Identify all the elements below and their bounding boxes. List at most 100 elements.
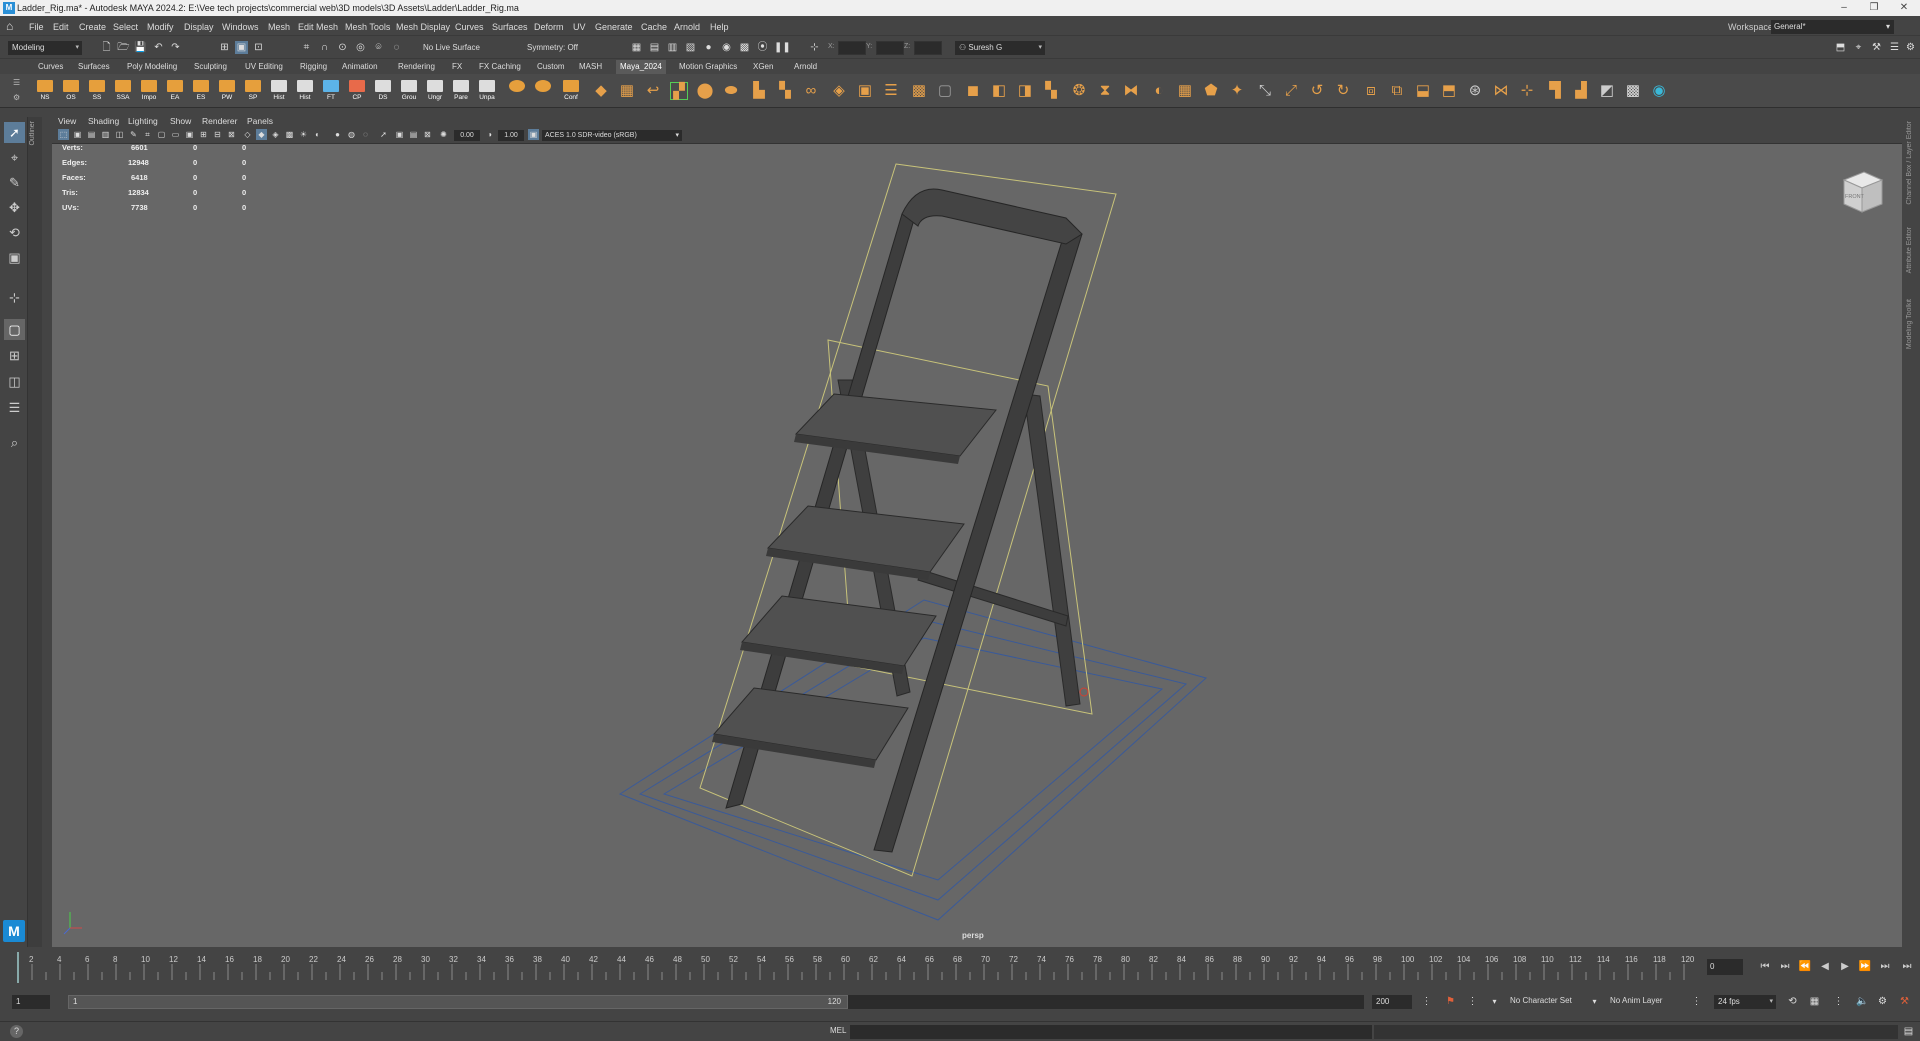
save-scene-icon[interactable]: 💾 <box>134 41 147 54</box>
character-set-label[interactable]: No Character Set <box>1510 996 1572 1005</box>
anti-alias-icon[interactable]: ◌ <box>360 129 371 140</box>
step-back-frame-icon[interactable]: ⏪ <box>1796 959 1814 975</box>
menu-display[interactable]: Display <box>184 16 214 38</box>
channel-box-icon[interactable]: ☰ <box>1888 41 1901 54</box>
scale-icon[interactable]: ⤢ <box>1282 82 1300 100</box>
maya-logo-icon[interactable]: M <box>3 920 25 942</box>
shelf-button-pare[interactable]: Pare <box>450 79 472 103</box>
stack-icon[interactable]: ⧉ <box>1388 82 1406 100</box>
unfold-icon[interactable]: ▚ <box>1042 82 1060 100</box>
search-icon[interactable]: ⌕ <box>4 432 25 453</box>
rotate-tool-icon[interactable]: ⟲ <box>4 222 25 243</box>
menu-modify[interactable]: Modify <box>147 16 174 38</box>
range-slider-track[interactable]: 1 120 <box>68 995 1364 1009</box>
viewport-persp[interactable]: FRONT <box>52 144 1902 947</box>
film-gate-icon[interactable]: ▢ <box>156 129 167 140</box>
close-icon[interactable]: ✕ <box>1889 0 1919 16</box>
shelf-button-ns[interactable]: NS <box>34 79 56 103</box>
outliner-strip[interactable]: Outliner <box>28 117 42 947</box>
menu-mesh[interactable]: Mesh <box>268 16 290 38</box>
tab-channel-box[interactable]: Channel Box / Layer Editor <box>1906 121 1913 205</box>
pause-ipr-icon[interactable]: ❚❚ <box>774 41 791 54</box>
snap-point-icon[interactable]: ⊙ <box>336 41 349 54</box>
y-field[interactable] <box>876 41 904 55</box>
tab-surfaces[interactable]: Surfaces <box>74 60 114 74</box>
layer-stack-icon[interactable]: ⬓ <box>1414 82 1432 100</box>
scene-canvas[interactable] <box>52 144 1902 947</box>
outliner-tab-label[interactable]: Outliner <box>29 121 36 146</box>
arnold-render-icon[interactable]: ◉ <box>720 41 733 54</box>
settings-gear-icon[interactable]: ⚙ <box>1904 41 1917 54</box>
shelf-button-ds[interactable]: DS <box>372 79 394 103</box>
workspace-dropdown[interactable]: General* ▾ <box>1771 20 1894 34</box>
fps-dropdown[interactable]: 24 fps ▾ <box>1714 995 1776 1009</box>
menu-generate[interactable]: Generate <box>595 16 633 38</box>
menu-cache[interactable]: Cache <box>641 16 667 38</box>
gate-mask-icon[interactable]: ▣ <box>184 129 195 140</box>
combine-icon[interactable]: ▞ <box>670 82 688 100</box>
animation-end-field[interactable]: 200 <box>1372 995 1412 1009</box>
menu-help[interactable]: Help <box>710 16 729 38</box>
auto-key-toggle-icon[interactable]: ⚒ <box>1898 995 1911 1008</box>
render-frame-icon[interactable]: ▦ <box>630 41 643 54</box>
mirror-icon[interactable]: ⧓ <box>1122 82 1140 100</box>
snap-align-icon[interactable]: ⤡ <box>1256 82 1274 100</box>
blocks-icon[interactable]: ▜ <box>1546 82 1564 100</box>
lasso-tool-icon[interactable]: ⌖ <box>4 147 25 168</box>
shelf-button-layer-a[interactable] <box>506 79 528 103</box>
x-field[interactable] <box>838 41 866 55</box>
stairs-icon[interactable]: ☰ <box>882 82 900 100</box>
arnold-ipr-icon[interactable]: ⦿ <box>756 41 769 54</box>
isolate-select-icon[interactable]: ➚ <box>378 129 389 140</box>
menu-curves[interactable]: Curves <box>455 16 484 38</box>
safe-action-icon[interactable]: ⊟ <box>212 129 223 140</box>
image-plane-icon[interactable]: ▥ <box>100 129 111 140</box>
restore-icon[interactable]: ❐ <box>1859 0 1889 16</box>
outliner-layout-icon[interactable]: ☰ <box>4 397 25 418</box>
shelf-button-impo[interactable]: Impo <box>138 79 160 103</box>
tab-sculpting[interactable]: Sculpting <box>190 60 231 74</box>
shelf-button-os[interactable]: OS <box>60 79 82 103</box>
undo-icon[interactable]: ↶ <box>152 41 165 54</box>
live-surface-label[interactable]: No Live Surface <box>423 43 480 52</box>
xray-joints-icon[interactable]: ▤ <box>408 129 419 140</box>
lattice-icon[interactable]: ▩ <box>910 82 928 100</box>
color-space-dropdown[interactable]: ACES 1.0 SDR-video (sRGB) ▾ <box>542 130 682 141</box>
shelf-button-ssa[interactable]: SSA <box>112 79 134 103</box>
menu-file[interactable]: File <box>29 16 44 38</box>
tab-maya-2024[interactable]: Maya_2024 <box>616 60 666 74</box>
clip-icon[interactable]: ◩ <box>1598 82 1616 100</box>
open-box-icon[interactable]: ◧ <box>990 82 1008 100</box>
bookmark-icon[interactable]: ▤ <box>86 129 97 140</box>
gamma-icon[interactable]: ◑ <box>484 129 495 140</box>
tab-attribute-editor[interactable]: Attribute Editor <box>1906 227 1913 273</box>
exposure-field[interactable]: 0.00 <box>454 130 480 141</box>
menu-arnold[interactable]: Arnold <box>674 16 700 38</box>
menu-uv[interactable]: UV <box>573 16 586 38</box>
key-options-icon[interactable]: ⋮ <box>1466 995 1479 1008</box>
home-icon[interactable]: ⌂ <box>6 16 13 36</box>
select-component-icon[interactable]: ⊡ <box>252 41 265 54</box>
tab-xgen[interactable]: XGen <box>749 60 777 74</box>
minimize-icon[interactable]: – <box>1829 0 1859 16</box>
snap-surface-icon[interactable]: ⌾ <box>372 41 385 54</box>
grid-icon[interactable]: ▦ <box>1176 82 1194 100</box>
sphere-icon[interactable]: ◐ <box>1150 82 1168 100</box>
merge-icon[interactable]: ∞ <box>802 82 820 100</box>
shelf-button-ungr[interactable]: Ungr <box>424 79 446 103</box>
snap-live-icon[interactable]: ◌ <box>390 41 403 54</box>
redo-icon[interactable]: ↷ <box>169 41 182 54</box>
bool-icon[interactable]: ▚ <box>776 82 794 100</box>
shelf-button-ss[interactable]: SS <box>86 79 108 103</box>
play-backwards-icon[interactable]: ◀ <box>1816 959 1834 975</box>
sphere-grid-icon[interactable]: ❂ <box>1070 82 1088 100</box>
menu-deform[interactable]: Deform <box>534 16 564 38</box>
loop-icon[interactable]: ⟲ <box>1786 995 1799 1008</box>
wireframe-icon[interactable]: ◇ <box>242 129 253 140</box>
lights-icon[interactable]: ☀ <box>298 129 309 140</box>
four-pane-layout-icon[interactable]: ⊞ <box>4 345 25 366</box>
xform-icon[interactable]: ⊹ <box>808 41 821 54</box>
tab-mash[interactable]: MASH <box>575 60 606 74</box>
menu-create[interactable]: Create <box>79 16 106 38</box>
shelf-button-es[interactable]: ES <box>190 79 212 103</box>
